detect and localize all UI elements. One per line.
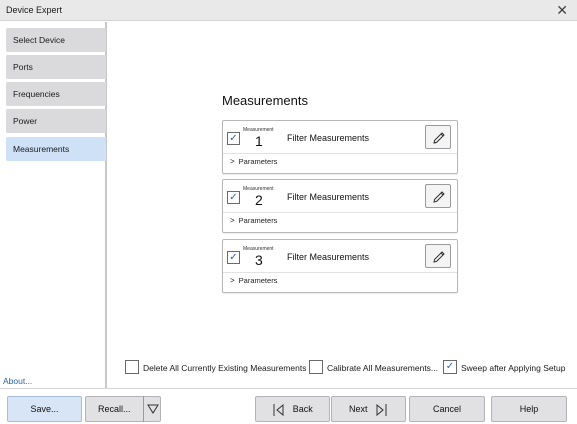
pencil-icon bbox=[433, 191, 445, 203]
edit-measurement-button[interactable] bbox=[425, 244, 451, 268]
next-label: Next bbox=[348, 404, 368, 414]
measurement-header: ✓ Measurement 1 Filter Measurements bbox=[223, 121, 457, 154]
next-arrow-icon bbox=[376, 403, 387, 416]
measurement-card: ✓ Measurement 2 Filter Measurements > Par… bbox=[222, 179, 458, 233]
back-button[interactable]: Back bbox=[255, 396, 330, 422]
measurement-enable-checkbox[interactable]: ✓ bbox=[227, 132, 240, 145]
edit-measurement-button[interactable] bbox=[425, 125, 451, 149]
footer-divider bbox=[0, 388, 577, 389]
measurement-enable-checkbox[interactable]: ✓ bbox=[227, 191, 240, 204]
calibrate-all-label: Calibrate All Measurements... bbox=[327, 363, 439, 373]
chevron-right-icon: > bbox=[230, 276, 235, 285]
measurement-card: ✓ Measurement 1 Filter Measurements > Par… bbox=[222, 120, 458, 174]
parameters-toggle[interactable]: > Parameters bbox=[230, 157, 277, 166]
triangle-down-icon bbox=[147, 404, 159, 414]
measurement-card: ✓ Measurement 3 Filter Measurements > Par… bbox=[222, 239, 458, 293]
recall-dropdown-button[interactable] bbox=[143, 396, 161, 422]
measurement-name: Filter Measurements bbox=[287, 192, 370, 202]
next-button[interactable]: Next bbox=[331, 396, 406, 422]
measurement-header: ✓ Measurement 2 Filter Measurements bbox=[223, 180, 457, 213]
back-arrow-icon bbox=[273, 403, 284, 416]
pencil-icon bbox=[433, 251, 445, 263]
about-link[interactable]: About... bbox=[3, 376, 32, 386]
close-icon[interactable]: ✕ bbox=[556, 2, 568, 18]
sidebar-item-measurements[interactable]: Measurements bbox=[6, 137, 106, 161]
page-title: Measurements bbox=[222, 93, 308, 108]
delete-all-checkbox[interactable] bbox=[125, 360, 139, 374]
measurement-number: 1 bbox=[255, 133, 263, 149]
cancel-button[interactable]: Cancel bbox=[409, 396, 485, 422]
sidebar-item-frequencies[interactable]: Frequencies bbox=[6, 82, 106, 106]
save-button[interactable]: Save... bbox=[7, 396, 82, 422]
back-label: Back bbox=[292, 404, 313, 414]
sidebar-item-ports[interactable]: Ports bbox=[6, 55, 106, 79]
chevron-right-icon: > bbox=[230, 157, 235, 166]
parameters-label: Parameters bbox=[238, 276, 278, 285]
measurement-number: 2 bbox=[255, 192, 263, 208]
parameters-label: Parameters bbox=[238, 216, 278, 225]
sidebar-item-power[interactable]: Power bbox=[6, 109, 106, 133]
calibrate-all-checkbox[interactable] bbox=[309, 360, 323, 374]
title-bar: Device Expert ✕ bbox=[0, 0, 577, 21]
sidebar-item-select-device[interactable]: Select Device bbox=[6, 28, 106, 52]
parameters-toggle[interactable]: > Parameters bbox=[230, 216, 277, 225]
sidebar: Select Device Ports Frequencies Power Me… bbox=[0, 22, 107, 388]
sweep-after-checkbox[interactable]: ✓ bbox=[443, 360, 457, 374]
pencil-icon bbox=[433, 132, 445, 144]
measurement-enable-checkbox[interactable]: ✓ bbox=[227, 251, 240, 264]
window-title: Device Expert bbox=[6, 5, 63, 15]
delete-all-label: Delete All Currently Existing Measuremen… bbox=[143, 363, 307, 373]
chevron-right-icon: > bbox=[230, 216, 235, 225]
edit-measurement-button[interactable] bbox=[425, 184, 451, 208]
parameters-toggle[interactable]: > Parameters bbox=[230, 276, 277, 285]
recall-label: Recall... bbox=[98, 404, 131, 414]
parameters-label: Parameters bbox=[238, 157, 278, 166]
help-button[interactable]: Help bbox=[491, 396, 567, 422]
sweep-after-label: Sweep after Applying Setup bbox=[461, 363, 566, 373]
measurement-number: 3 bbox=[255, 252, 263, 268]
measurement-name: Filter Measurements bbox=[287, 252, 370, 262]
measurement-name: Filter Measurements bbox=[287, 133, 370, 143]
measurement-header: ✓ Measurement 3 Filter Measurements bbox=[223, 240, 457, 273]
